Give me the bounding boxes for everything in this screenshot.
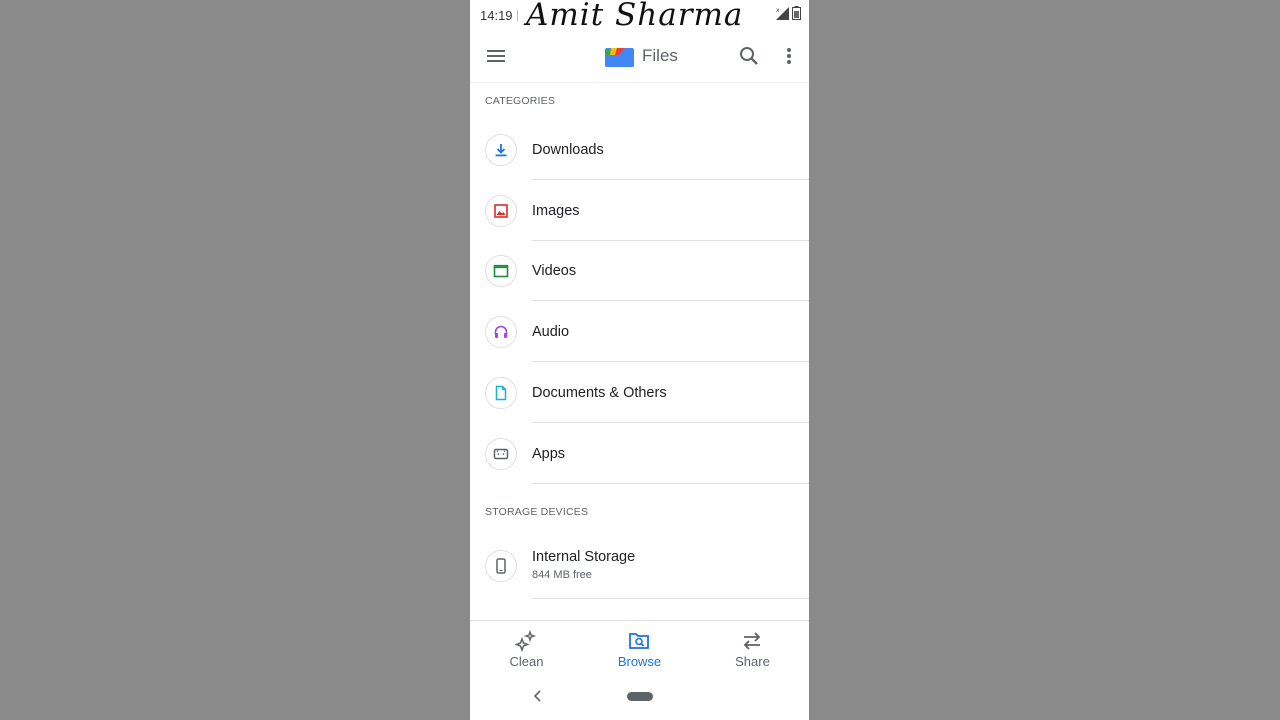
video-icon <box>485 255 517 287</box>
svg-text:x: x <box>776 7 780 14</box>
android-icon <box>485 438 517 470</box>
row-divider <box>532 598 809 599</box>
bottom-nav: Clean Browse Share <box>470 620 809 673</box>
document-icon <box>485 377 517 409</box>
category-label: Audio <box>532 324 570 340</box>
watermark-signature: Amit Sharma <box>526 0 744 33</box>
category-apps[interactable]: Apps <box>470 424 809 484</box>
phone-screen: 14:19 Amit Sharma x Files CATEGORIES Dow… <box>470 0 809 720</box>
download-icon <box>485 134 517 166</box>
category-audio[interactable]: Audio <box>470 302 809 362</box>
nav-label: Clean <box>509 654 544 669</box>
category-videos[interactable]: Videos <box>470 241 809 301</box>
search-icon[interactable] <box>737 44 761 68</box>
swap-arrows-icon <box>743 632 761 650</box>
row-divider <box>532 179 809 180</box>
category-label: Downloads <box>532 142 604 158</box>
battery-icon <box>792 6 801 20</box>
status-bar: 14:19 Amit Sharma x <box>470 0 809 33</box>
more-vert-icon[interactable] <box>777 44 801 68</box>
signal-icon: x <box>776 7 789 20</box>
storage-internal[interactable]: Internal Storage 844 MB free <box>470 537 809 599</box>
row-divider <box>532 483 809 484</box>
row-divider <box>532 361 809 362</box>
categories-header: CATEGORIES <box>485 95 556 107</box>
app-bar: Files <box>470 30 809 83</box>
storage-devices-header: STORAGE DEVICES <box>485 506 589 518</box>
nav-label: Browse <box>617 654 662 669</box>
nav-clean[interactable]: Clean <box>470 621 583 673</box>
menu-icon[interactable] <box>484 44 508 68</box>
system-nav-bar <box>470 672 809 720</box>
sparkle-icon <box>515 630 537 652</box>
browse-folder-icon <box>629 633 649 649</box>
app-title: Files <box>642 46 678 65</box>
back-chevron-icon[interactable] <box>530 688 546 704</box>
files-logo-icon <box>605 48 634 67</box>
category-images[interactable]: Images <box>470 181 809 241</box>
status-divider <box>517 10 518 21</box>
nav-share[interactable]: Share <box>696 621 809 673</box>
row-divider <box>532 422 809 423</box>
category-label: Images <box>532 203 580 219</box>
image-icon <box>485 195 517 227</box>
home-pill[interactable] <box>627 692 653 701</box>
category-label: Documents & Others <box>532 385 667 401</box>
category-documents[interactable]: Documents & Others <box>470 363 809 423</box>
category-downloads[interactable]: Downloads <box>470 120 809 180</box>
phone-icon <box>485 550 517 582</box>
storage-label: Internal Storage <box>532 549 636 565</box>
storage-free-space: 844 MB free <box>532 569 592 581</box>
status-icons: x <box>775 6 801 20</box>
status-time: 14:19 <box>480 8 513 23</box>
row-divider <box>532 300 809 301</box>
nav-browse[interactable]: Browse <box>583 621 696 673</box>
category-label: Videos <box>532 263 577 279</box>
headphones-icon <box>485 316 517 348</box>
category-label: Apps <box>532 446 566 462</box>
nav-label: Share <box>735 654 770 669</box>
